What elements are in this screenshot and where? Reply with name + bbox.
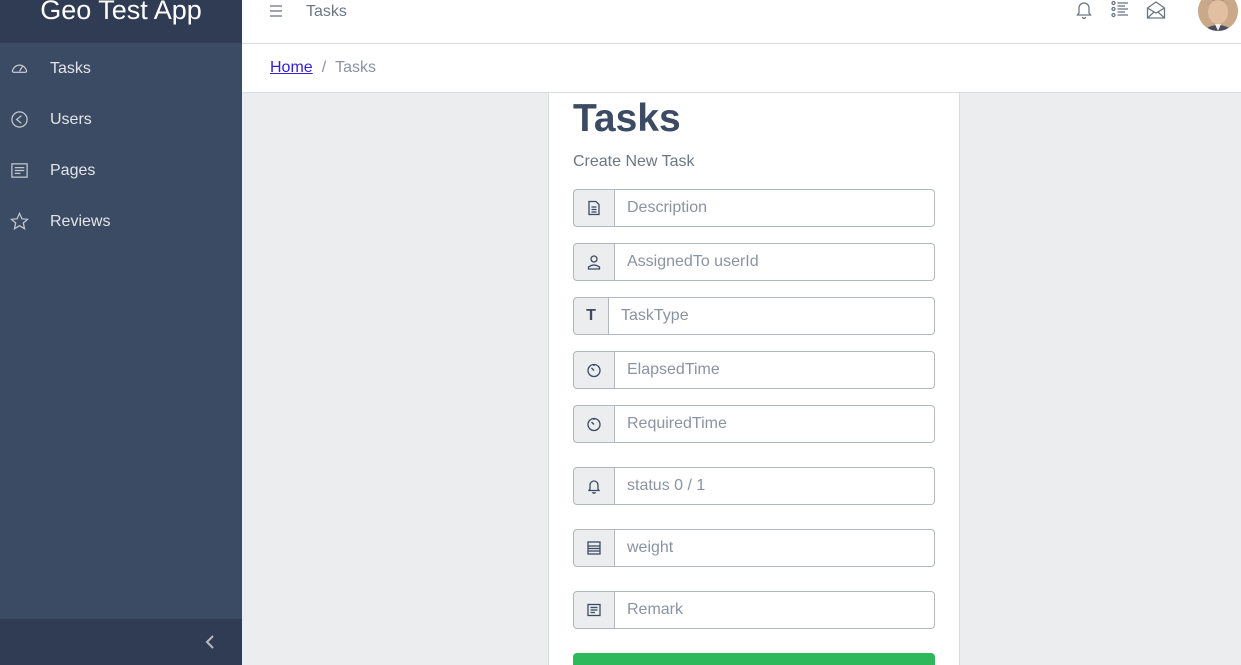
header: Tasks bbox=[242, 0, 1241, 44]
sidebar-item-label: Tasks bbox=[50, 59, 91, 77]
star-icon bbox=[0, 212, 44, 231]
weight-input[interactable] bbox=[615, 529, 935, 567]
required-time-input[interactable] bbox=[615, 405, 935, 443]
sidebar-minimizer[interactable] bbox=[0, 619, 242, 665]
task-type-prefix: T bbox=[573, 297, 609, 335]
page-title: Tasks bbox=[573, 97, 681, 140]
envelope-open-icon[interactable] bbox=[1146, 0, 1166, 20]
sidebar-item-users[interactable]: Users bbox=[0, 94, 242, 145]
list-icon[interactable] bbox=[1110, 0, 1130, 20]
form-subtitle: Create New Task bbox=[573, 153, 695, 170]
speedometer-icon bbox=[0, 59, 44, 78]
sidebar-item-label: Users bbox=[50, 110, 92, 128]
remark-input-group bbox=[573, 591, 935, 629]
status-input[interactable] bbox=[615, 467, 935, 505]
status-input-group bbox=[573, 467, 935, 505]
assigned-to-input[interactable] bbox=[615, 243, 935, 281]
brand-name: Geo Test App bbox=[40, 0, 202, 25]
brand[interactable]: Geo Test App bbox=[0, 0, 242, 43]
compass-icon bbox=[0, 110, 44, 129]
sidebar-item-label: Pages bbox=[50, 161, 96, 179]
task-form-card: Tasks Create New Task T bbox=[548, 93, 960, 665]
task-type-input-group: T bbox=[573, 297, 935, 335]
submit-button[interactable] bbox=[573, 653, 935, 665]
sidebar: Geo Test App Tasks Users Pages Reviews bbox=[0, 0, 242, 665]
elapsed-time-input[interactable] bbox=[615, 351, 935, 389]
breadcrumb: Home / Tasks bbox=[242, 44, 1241, 93]
user-avatar[interactable] bbox=[1198, 0, 1238, 31]
notes-icon bbox=[573, 591, 615, 629]
breadcrumb-current: Tasks bbox=[335, 59, 377, 76]
assigned-to-input-group bbox=[573, 243, 935, 281]
bell-icon bbox=[573, 467, 615, 505]
document-icon bbox=[573, 189, 615, 227]
description-input[interactable] bbox=[615, 189, 935, 227]
remark-input[interactable] bbox=[615, 591, 935, 629]
sidebar-toggler[interactable] bbox=[268, 3, 284, 19]
elapsed-time-input-group bbox=[573, 351, 935, 389]
sidebar-item-pages[interactable]: Pages bbox=[0, 145, 242, 196]
sidebar-item-tasks[interactable]: Tasks bbox=[0, 43, 242, 94]
weight-input-group bbox=[573, 529, 935, 567]
sidebar-item-label: Reviews bbox=[50, 212, 111, 230]
task-type-input[interactable] bbox=[609, 297, 935, 335]
sidebar-nav: Tasks Users Pages Reviews bbox=[0, 43, 242, 247]
breadcrumb-home-link[interactable]: Home bbox=[270, 59, 313, 77]
breadcrumb-separator: / bbox=[321, 59, 327, 76]
timer-icon bbox=[573, 405, 615, 443]
bell-icon[interactable] bbox=[1074, 0, 1094, 20]
header-nav-tasks[interactable]: Tasks bbox=[306, 3, 347, 21]
task-type-prefix-text: T bbox=[586, 307, 596, 324]
hamburger-icon bbox=[270, 5, 282, 17]
chevron-left-icon bbox=[205, 635, 214, 649]
timer-icon bbox=[573, 351, 615, 389]
description-input-group bbox=[573, 189, 935, 227]
required-time-input-group bbox=[573, 405, 935, 443]
user-icon bbox=[573, 243, 615, 281]
storage-icon bbox=[573, 529, 615, 567]
sidebar-item-reviews[interactable]: Reviews bbox=[0, 196, 242, 247]
notes-icon bbox=[0, 161, 44, 180]
